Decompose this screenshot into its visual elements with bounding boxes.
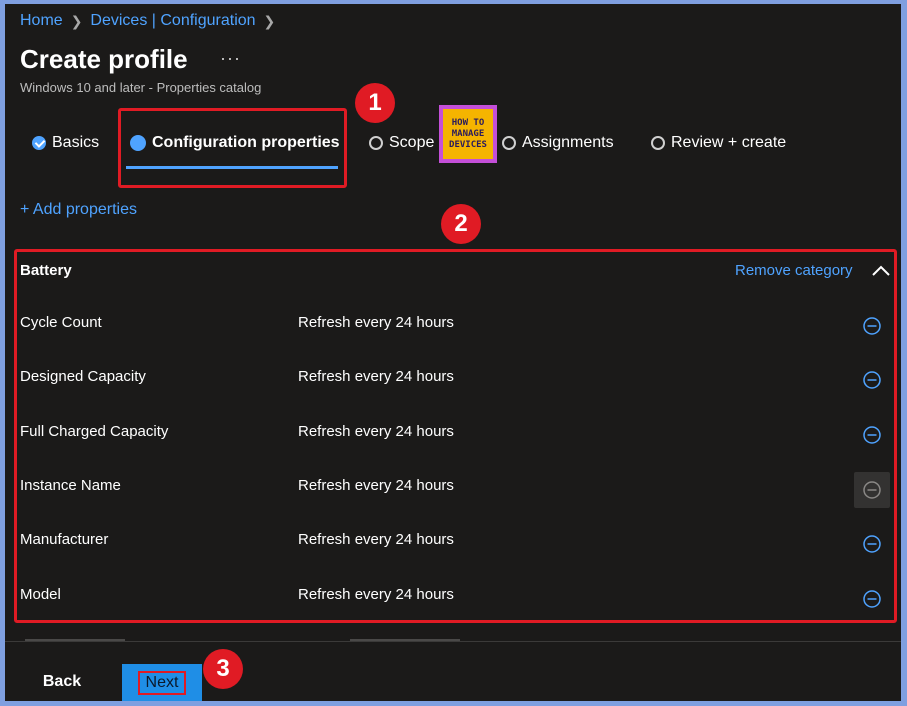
remove-property-button[interactable] [854,308,890,344]
pending-step-icon [651,136,665,150]
pending-step-icon [502,136,516,150]
minus-circle-icon [863,481,881,499]
property-value: Refresh every 24 hours [298,423,454,440]
tab-basics[interactable]: Basics [32,134,99,152]
add-properties-link[interactable]: + Add properties [20,201,137,219]
property-value: Refresh every 24 hours [298,368,454,385]
annotation-box-1 [118,108,347,188]
tab-basics-label: Basics [52,134,100,151]
property-value: Refresh every 24 hours [298,586,454,603]
property-value: Refresh every 24 hours [298,531,454,548]
minus-circle-icon [863,317,881,335]
back-button[interactable]: Back [27,668,97,696]
tab-review-create-label: Review + create [671,134,787,151]
property-name: Manufacturer [20,531,109,548]
remove-property-button[interactable] [854,472,890,508]
remove-category-link[interactable]: Remove category [735,262,853,279]
remove-property-button[interactable] [854,417,890,453]
logo-line-1: HOW TO [451,117,485,128]
property-name: Designed Capacity [20,368,146,385]
tab-scope[interactable]: Scope [369,134,434,152]
next-button[interactable]: Next [122,664,202,701]
page-subtitle: Windows 10 and later - Properties catalo… [20,80,262,95]
more-options-button[interactable]: ··· [220,48,241,69]
checkmark-icon [32,136,46,150]
annotation-badge-2: 2 [441,204,481,244]
property-name: Instance Name [20,477,121,494]
breadcrumb-devices-configuration[interactable]: Devices | Configuration [90,12,255,30]
breadcrumb-home[interactable]: Home [20,12,63,30]
minus-circle-icon [863,371,881,389]
chevron-up-icon[interactable] [871,262,891,278]
tab-review-create[interactable]: Review + create [651,134,786,152]
page-title: Create profile [20,44,188,74]
tab-assignments-label: Assignments [522,134,614,151]
category-title: Battery [20,262,72,279]
minus-circle-icon [863,426,881,444]
remove-property-button[interactable] [854,526,890,562]
chevron-right-icon: ❯ [263,12,276,29]
remove-property-button[interactable] [854,362,890,398]
property-name: Cycle Count [20,314,102,331]
breadcrumb: Home ❯ Devices | Configuration ❯ [20,12,275,30]
minus-circle-icon [863,535,881,553]
annotation-badge-3: 3 [203,649,243,689]
next-button-label: Next [137,670,187,695]
property-value: Refresh every 24 hours [298,314,454,331]
annotation-badge-1: 1 [355,83,395,123]
remove-property-button[interactable] [854,581,890,617]
property-name: Full Charged Capacity [20,423,169,440]
logo-line-2: MANAGE [451,128,485,139]
footer-divider [5,641,901,642]
tab-scope-label: Scope [389,134,435,151]
property-value: Refresh every 24 hours [298,477,454,494]
property-name: Model [20,586,61,603]
howtomanagedevices-logo: HOW TO MANAGE DEVICES [439,105,497,163]
tab-assignments[interactable]: Assignments [502,134,614,152]
pending-step-icon [369,136,383,150]
chevron-right-icon: ❯ [70,12,83,29]
minus-circle-icon [863,590,881,608]
app-window: Home ❯ Devices | Configuration ❯ Create … [5,4,901,701]
logo-line-3: DEVICES [449,139,487,150]
